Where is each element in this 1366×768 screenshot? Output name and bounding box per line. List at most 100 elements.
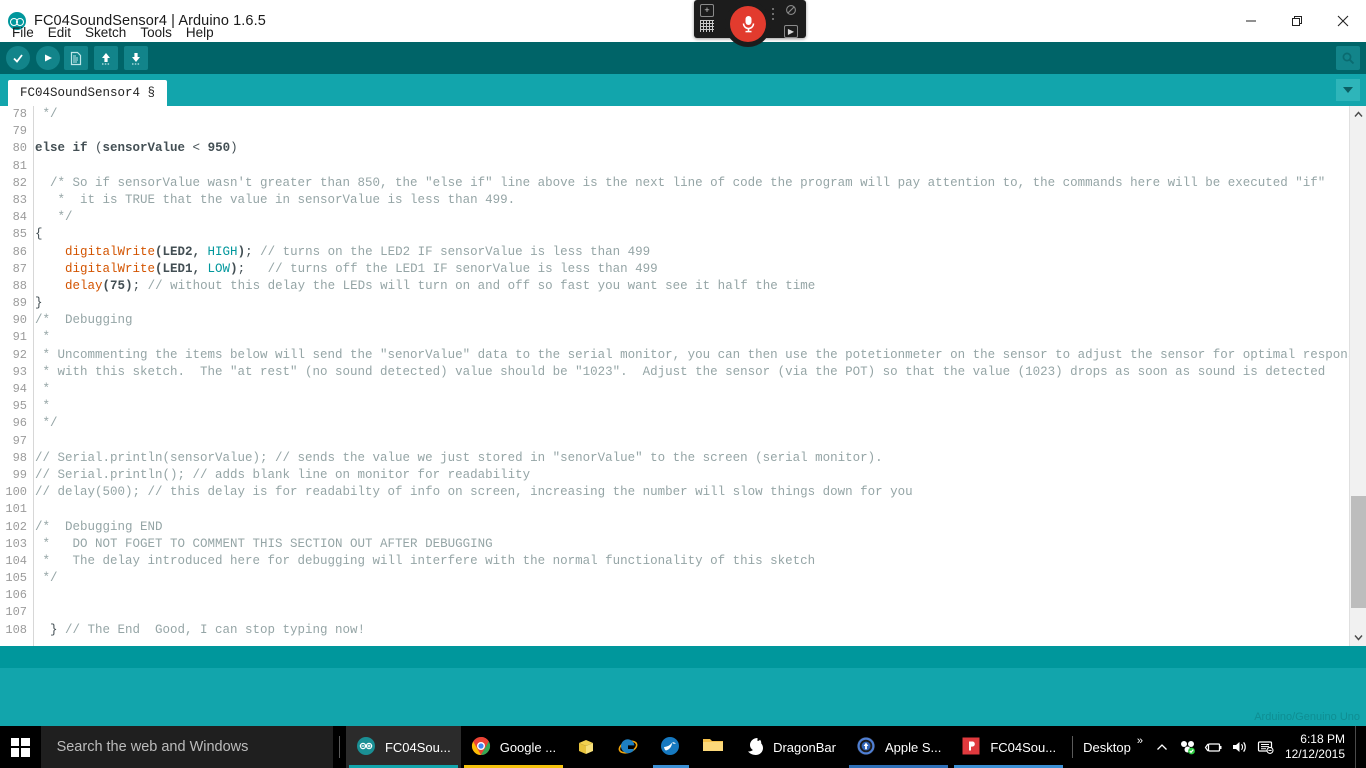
editor-vertical-scrollbar[interactable] bbox=[1349, 106, 1366, 646]
code-token-fn: delay bbox=[65, 279, 103, 293]
new-button[interactable] bbox=[64, 46, 88, 70]
line-number: 92 bbox=[0, 347, 33, 364]
tray-action-center-icon[interactable] bbox=[1253, 726, 1279, 768]
code-token-var: sensorValue bbox=[103, 141, 186, 155]
tab-menu-button[interactable] bbox=[1336, 79, 1360, 101]
code-token-plain: ) bbox=[230, 141, 238, 155]
code-token-com: // The End Good, I can stop typing now! bbox=[65, 623, 365, 637]
code-line: /* Debugging END bbox=[35, 519, 1349, 536]
code-line bbox=[35, 501, 1349, 518]
clock-date: 12/12/2015 bbox=[1285, 747, 1345, 762]
windows-taskbar: Search the web and Windows FC04Sou...Goo… bbox=[0, 726, 1366, 768]
system-tray: Desktop » bbox=[1066, 726, 1366, 768]
code-token-com: // delay(500); // this delay is for read… bbox=[35, 485, 913, 499]
code-line: * The delay introduced here for debuggin… bbox=[35, 553, 1349, 570]
code-token-var: ( bbox=[103, 279, 111, 293]
taskbar-overflow-icon[interactable]: » bbox=[1135, 735, 1149, 759]
code-token-plain: ; bbox=[245, 245, 260, 259]
internet-explorer-icon bbox=[618, 736, 640, 758]
line-number: 93 bbox=[0, 364, 33, 381]
open-button[interactable] bbox=[94, 46, 118, 70]
code-text-area[interactable]: */ else if (sensorValue < 950) /* So if … bbox=[35, 106, 1349, 646]
line-number: 97 bbox=[0, 433, 33, 450]
code-token-plain bbox=[35, 279, 65, 293]
code-token-kw: else if bbox=[35, 141, 88, 155]
line-number: 104 bbox=[0, 553, 33, 570]
taskbar-item-apple[interactable]: Apple S... bbox=[846, 726, 951, 768]
save-button[interactable] bbox=[124, 46, 148, 70]
tray-network-icon[interactable] bbox=[1175, 726, 1201, 768]
code-token-com: // turns on the LED2 IF sensorValue is l… bbox=[260, 245, 650, 259]
code-token-com: // turns off the LED1 IF senorValue is l… bbox=[268, 262, 658, 276]
microphone-icon bbox=[730, 6, 766, 42]
code-token-plain bbox=[35, 262, 65, 276]
scroll-down-arrow-icon[interactable] bbox=[1350, 629, 1366, 646]
code-line: // delay(500); // this delay is for read… bbox=[35, 484, 1349, 501]
verify-button[interactable] bbox=[6, 46, 30, 70]
dragonbar-grid-icon[interactable] bbox=[700, 20, 714, 32]
tray-volume-icon[interactable] bbox=[1227, 726, 1253, 768]
upload-button[interactable] bbox=[36, 46, 60, 70]
minimize-button[interactable] bbox=[1228, 0, 1274, 42]
menu-item-sketch[interactable]: Sketch bbox=[78, 22, 133, 43]
taskbar-item-dragonbar[interactable]: DragonBar bbox=[734, 726, 846, 768]
tab-fc04soundsensor4[interactable]: FC04SoundSensor4 § bbox=[8, 80, 167, 106]
search-input[interactable]: Search the web and Windows bbox=[41, 726, 333, 768]
no-sound-icon[interactable] bbox=[785, 3, 797, 21]
dragonbar-mic-button[interactable] bbox=[725, 1, 771, 47]
code-line bbox=[35, 433, 1349, 450]
dragonbar-floating-widget[interactable]: + ▶ bbox=[694, 0, 806, 38]
code-token-lit: HIGH bbox=[208, 245, 238, 259]
code-line: /* So if sensorValue wasn't greater than… bbox=[35, 175, 1349, 192]
line-number: 86 bbox=[0, 244, 33, 261]
code-line: * bbox=[35, 398, 1349, 415]
taskbar-item-chrome[interactable]: Google ... bbox=[461, 726, 566, 768]
apple-software-icon bbox=[856, 736, 878, 758]
taskbar-clock[interactable]: 6:18 PM 12/12/2015 bbox=[1279, 732, 1355, 762]
code-line: * Uncommenting the items below will send… bbox=[35, 347, 1349, 364]
code-line: */ bbox=[35, 106, 1349, 123]
taskbar-item-explorer[interactable] bbox=[692, 726, 734, 768]
menu-item-file[interactable]: File bbox=[5, 22, 41, 43]
taskbar-item-label: FC04Sou... bbox=[990, 740, 1056, 755]
code-line: * it is TRUE that the value in sensorVal… bbox=[35, 192, 1349, 209]
desktop-toolbar-button[interactable]: Desktop bbox=[1079, 726, 1135, 768]
code-token-plain: { bbox=[35, 227, 43, 241]
code-editor[interactable]: 7879808182838485868788899091929394959697… bbox=[0, 106, 1366, 646]
windows-start-icon[interactable] bbox=[0, 726, 41, 768]
tray-chevron-up-icon[interactable] bbox=[1149, 726, 1175, 768]
bluebird-icon bbox=[660, 736, 682, 758]
scroll-up-arrow-icon[interactable] bbox=[1350, 106, 1366, 123]
line-number: 108 bbox=[0, 622, 33, 639]
line-number: 89 bbox=[0, 295, 33, 312]
line-number: 80 bbox=[0, 140, 33, 157]
taskbar-item-ie[interactable] bbox=[608, 726, 650, 768]
board-status-label: Arduino/Genuino Uno bbox=[1254, 711, 1360, 723]
taskbar-item-store[interactable] bbox=[566, 726, 608, 768]
menu-item-tools[interactable]: Tools bbox=[133, 22, 179, 43]
taskbar-divider-2 bbox=[1072, 736, 1073, 758]
taskbar-item-arduino-1[interactable]: FC04Sou... bbox=[346, 726, 461, 768]
menu-item-help[interactable]: Help bbox=[179, 22, 221, 43]
line-number: 94 bbox=[0, 381, 33, 398]
close-button[interactable] bbox=[1320, 0, 1366, 42]
line-number: 81 bbox=[0, 158, 33, 175]
line-number: 84 bbox=[0, 209, 33, 226]
taskbar-item-bluebird[interactable] bbox=[650, 726, 692, 768]
code-token-com: // Serial.println(); // adds blank line … bbox=[35, 468, 530, 482]
search-placeholder: Search the web and Windows bbox=[57, 739, 249, 755]
taskbar-item-arduino-2[interactable]: FC04Sou... bbox=[951, 726, 1066, 768]
dragonbar-add-button[interactable]: + bbox=[700, 4, 714, 17]
menu-item-edit[interactable]: Edit bbox=[41, 22, 78, 43]
line-number: 105 bbox=[0, 570, 33, 587]
dragonbar-play-button[interactable]: ▶ bbox=[784, 25, 798, 38]
code-token-fn: digitalWrite bbox=[65, 245, 155, 259]
serial-monitor-button[interactable] bbox=[1336, 46, 1360, 70]
tray-battery-icon[interactable] bbox=[1201, 726, 1227, 768]
code-token-var: ) bbox=[230, 262, 238, 276]
maximize-button[interactable] bbox=[1274, 0, 1320, 42]
code-token-com: */ bbox=[35, 571, 58, 585]
scrollbar-thumb[interactable] bbox=[1351, 496, 1366, 608]
dragonbar-left-controls: + bbox=[700, 4, 722, 34]
show-desktop-button[interactable] bbox=[1355, 726, 1362, 768]
